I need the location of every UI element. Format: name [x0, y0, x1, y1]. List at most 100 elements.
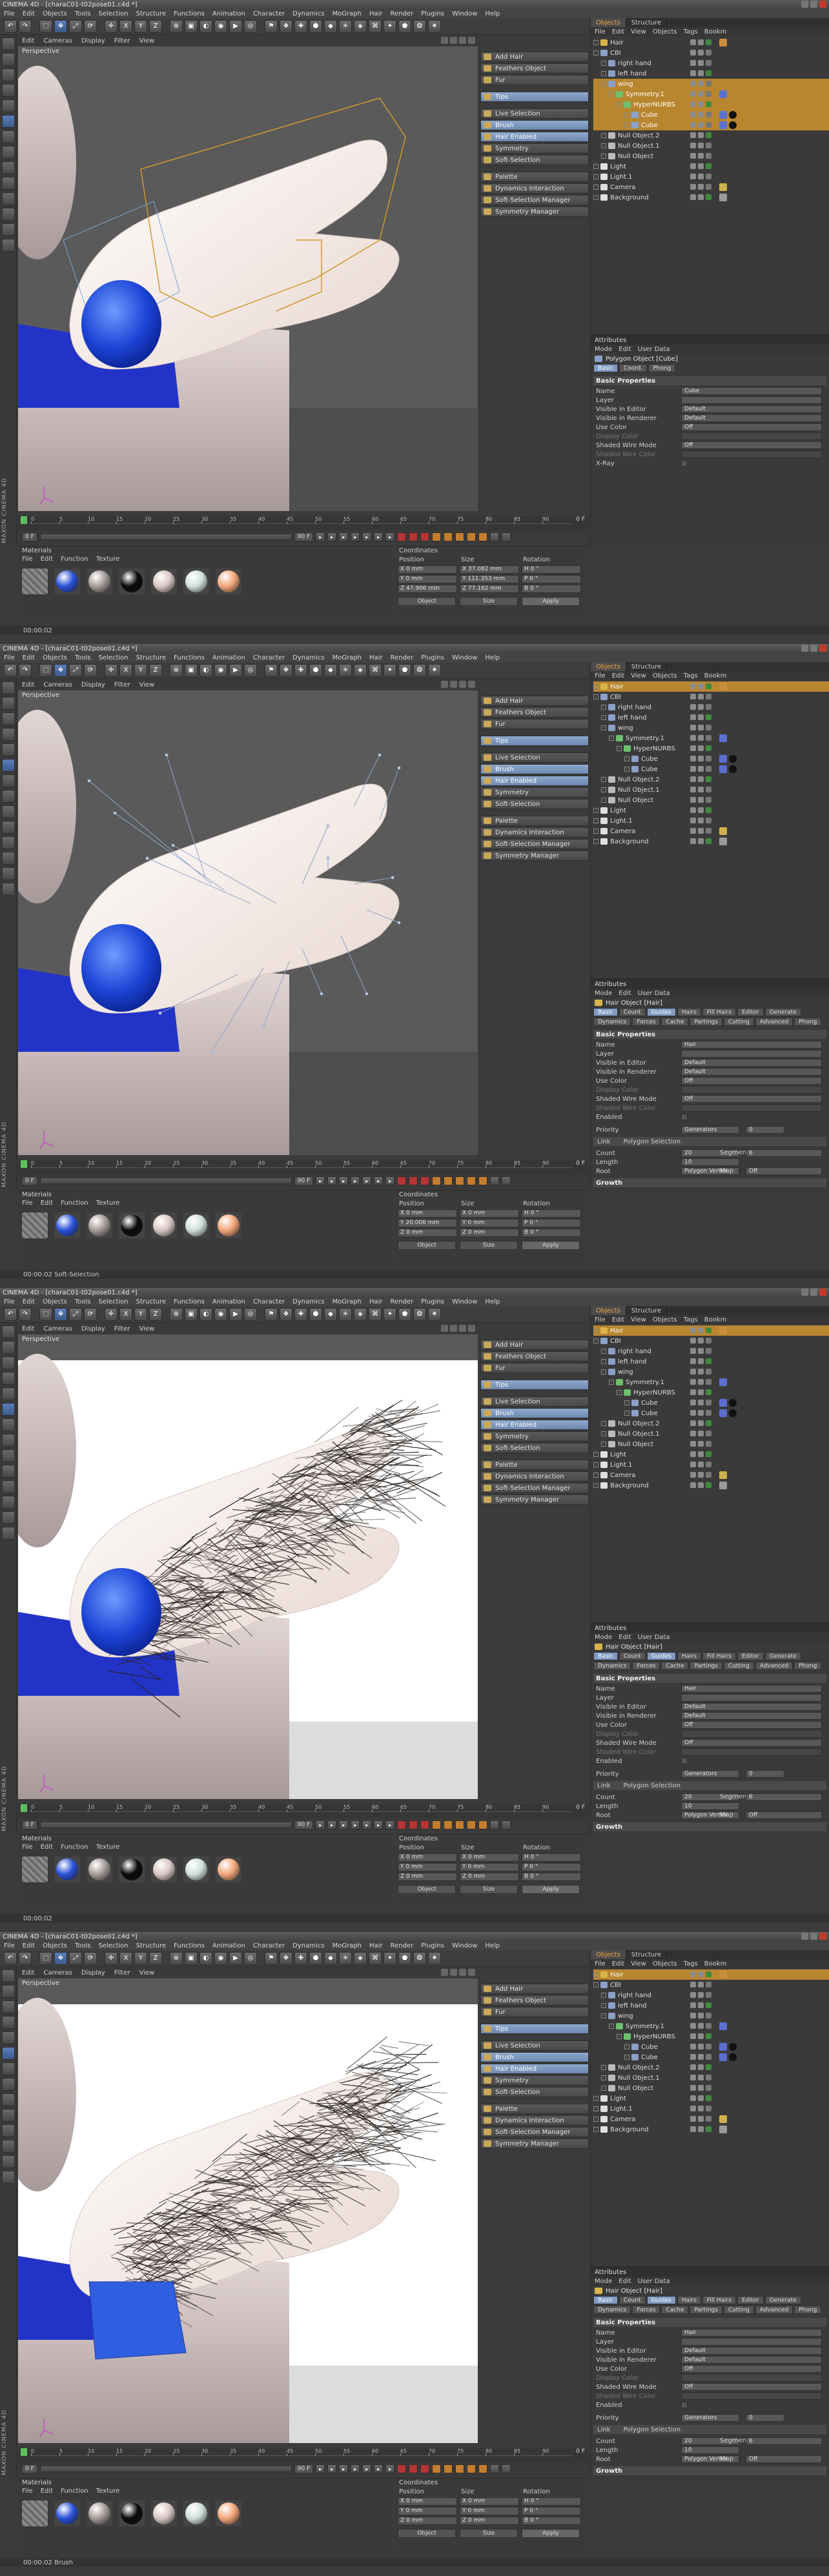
enabled-check-icon[interactable]	[706, 704, 711, 710]
viewport-menu-display[interactable]: Display	[81, 1969, 105, 1977]
priority-select[interactable]: Generators	[681, 1770, 739, 1778]
enabled-check-icon[interactable]	[706, 725, 711, 730]
om-menu-objects[interactable]: Objects	[653, 28, 677, 35]
expand-toggle-icon[interactable]: -	[601, 71, 606, 76]
editor-visibility-dot-icon[interactable]	[690, 2095, 696, 2101]
menu-edit[interactable]: Edit	[23, 654, 35, 661]
rotate-icon[interactable]	[459, 37, 466, 44]
link-value[interactable]: Polygon Selection	[623, 1138, 681, 1145]
mat-menu-texture[interactable]: Texture	[96, 2488, 120, 2495]
attr-tab-phong[interactable]: Phong	[794, 1018, 822, 1026]
render-visibility-dot-icon[interactable]	[698, 1410, 704, 1416]
attr-tab-fill-hairs[interactable]: Fill Hairs	[702, 1652, 736, 1660]
render-visibility-dot-icon[interactable]	[698, 1441, 704, 1447]
motion-icon[interactable]	[502, 532, 511, 541]
material-tag-icon[interactable]	[729, 121, 737, 129]
tree-row[interactable]: - Null Object.1	[593, 141, 829, 151]
coordinate-field[interactable]: X 0 mm	[460, 1853, 519, 1862]
property-value-field[interactable]	[681, 1730, 822, 1738]
main-tool-9-icon[interactable]: Z	[149, 663, 162, 677]
enabled-check-icon[interactable]	[706, 1410, 711, 1416]
size-mode-select[interactable]: Size	[460, 1241, 518, 1250]
mat-menu-edit[interactable]: Edit	[41, 556, 53, 563]
main-tool-10-icon[interactable]: ⊕	[170, 663, 183, 677]
coordinate-mode-select[interactable]: Object	[398, 2529, 456, 2538]
tree-row[interactable]: - Hair	[593, 1325, 829, 1336]
material-tag-icon[interactable]	[729, 111, 737, 119]
menu-mograph[interactable]: MoGraph	[333, 1942, 362, 1949]
length-field[interactable]: 10	[681, 1158, 739, 1166]
left-tool-1-icon[interactable]	[1, 1985, 15, 1998]
tree-row[interactable]: - Cube	[593, 1408, 829, 1418]
om-menu-edit[interactable]: Edit	[612, 1960, 624, 1967]
prev-frame-icon[interactable]: ▸	[339, 1176, 349, 1185]
palette-add-hair[interactable]: Add Hair	[480, 52, 589, 62]
main-tool-6-icon[interactable]: ✛	[105, 1307, 118, 1321]
render-visibility-dot-icon[interactable]	[698, 1431, 704, 1436]
main-tool-10-icon[interactable]: ⊕	[170, 1307, 183, 1321]
next-frame-icon[interactable]: ▸	[362, 1176, 372, 1185]
motion-icon[interactable]	[502, 2464, 511, 2473]
tag-icon[interactable]	[719, 755, 727, 763]
attr-tab-basic[interactable]: Basic	[593, 2296, 618, 2304]
tree-row[interactable]: - left hand	[593, 68, 829, 79]
coordinate-mode-select[interactable]: Object	[398, 1885, 456, 1894]
render-visibility-dot-icon[interactable]	[698, 1400, 704, 1405]
property-value-field[interactable]: Hair	[681, 1041, 822, 1049]
menu-render[interactable]: Render	[391, 1942, 414, 1949]
expand-toggle-icon[interactable]: -	[624, 2044, 629, 2049]
maximize-view-icon[interactable]	[468, 681, 475, 688]
main-tool-20-icon[interactable]: ◆	[324, 1951, 337, 1965]
viewport-menu-edit[interactable]: Edit	[22, 37, 34, 45]
property-value-field[interactable]: Default	[681, 2347, 822, 2355]
tag-icon[interactable]	[719, 765, 727, 773]
om-menu-bookm[interactable]: Bookm	[704, 1960, 727, 1967]
left-tool-7-icon[interactable]	[1, 2078, 15, 2091]
main-tool-2-icon[interactable]: ⬚	[39, 1951, 52, 1965]
material-swatch[interactable]	[119, 569, 145, 594]
zoom-icon[interactable]	[450, 681, 457, 688]
menu-objects[interactable]: Objects	[43, 1298, 67, 1305]
palette-tips[interactable]: Tips	[480, 92, 589, 102]
palette-feathers-object[interactable]: Feathers Object	[480, 1351, 589, 1362]
main-tool-24-icon[interactable]: ✦	[384, 19, 396, 33]
left-tool-5-icon[interactable]	[1, 115, 15, 128]
coordinate-field[interactable]: X 37.082 mm	[460, 565, 519, 574]
menu-edit[interactable]: Edit	[23, 1298, 35, 1305]
pos-key-icon[interactable]	[432, 2464, 442, 2473]
main-tool-4-icon[interactable]: ⤢	[69, 19, 82, 33]
coordinate-field[interactable]: H 0 °	[522, 1853, 581, 1862]
main-tool-17-icon[interactable]: ❖	[280, 1307, 292, 1321]
attr-tab-generate[interactable]: Generate	[764, 1652, 801, 1660]
menu-selection[interactable]: Selection	[99, 10, 128, 17]
main-tool-1-icon[interactable]: ↷	[19, 663, 32, 677]
schedule-icon[interactable]	[490, 2464, 500, 2473]
render-visibility-dot-icon[interactable]	[698, 766, 704, 772]
main-tool-16-icon[interactable]: ⚑	[265, 1307, 278, 1321]
keyframe-sel-icon[interactable]	[420, 1820, 430, 1829]
expand-toggle-icon[interactable]: -	[601, 2075, 606, 2080]
property-value-field[interactable]: Off	[681, 441, 822, 449]
editor-visibility-dot-icon[interactable]	[690, 735, 696, 741]
expand-toggle-icon[interactable]: -	[601, 1442, 606, 1447]
mat-menu-file[interactable]: File	[22, 1844, 33, 1851]
expand-toggle-icon[interactable]: -	[601, 725, 606, 730]
om-menu-objects[interactable]: Objects	[653, 1316, 677, 1323]
property-checkbox[interactable]	[681, 460, 688, 467]
property-value-field[interactable]	[681, 1086, 822, 1094]
left-tool-13-icon[interactable]	[1, 1527, 15, 1540]
render-visibility-dot-icon[interactable]	[698, 828, 704, 834]
render-visibility-dot-icon[interactable]	[698, 818, 704, 823]
mat-menu-edit[interactable]: Edit	[41, 1844, 53, 1851]
next-frame-icon[interactable]: ▸	[362, 1820, 372, 1829]
main-tool-1-icon[interactable]: ↷	[19, 19, 32, 33]
enabled-check-icon[interactable]	[706, 2085, 711, 2091]
expand-toggle-icon[interactable]: -	[601, 133, 606, 138]
close-icon[interactable]	[819, 1, 826, 8]
main-tool-6-icon[interactable]: ✛	[105, 1951, 118, 1965]
enabled-check-icon[interactable]	[706, 1348, 711, 1354]
left-tool-10-icon[interactable]	[1, 836, 15, 849]
tree-row[interactable]: - right hand	[593, 702, 829, 712]
menu-file[interactable]: File	[4, 654, 15, 661]
expand-toggle-icon[interactable]: -	[624, 123, 629, 128]
